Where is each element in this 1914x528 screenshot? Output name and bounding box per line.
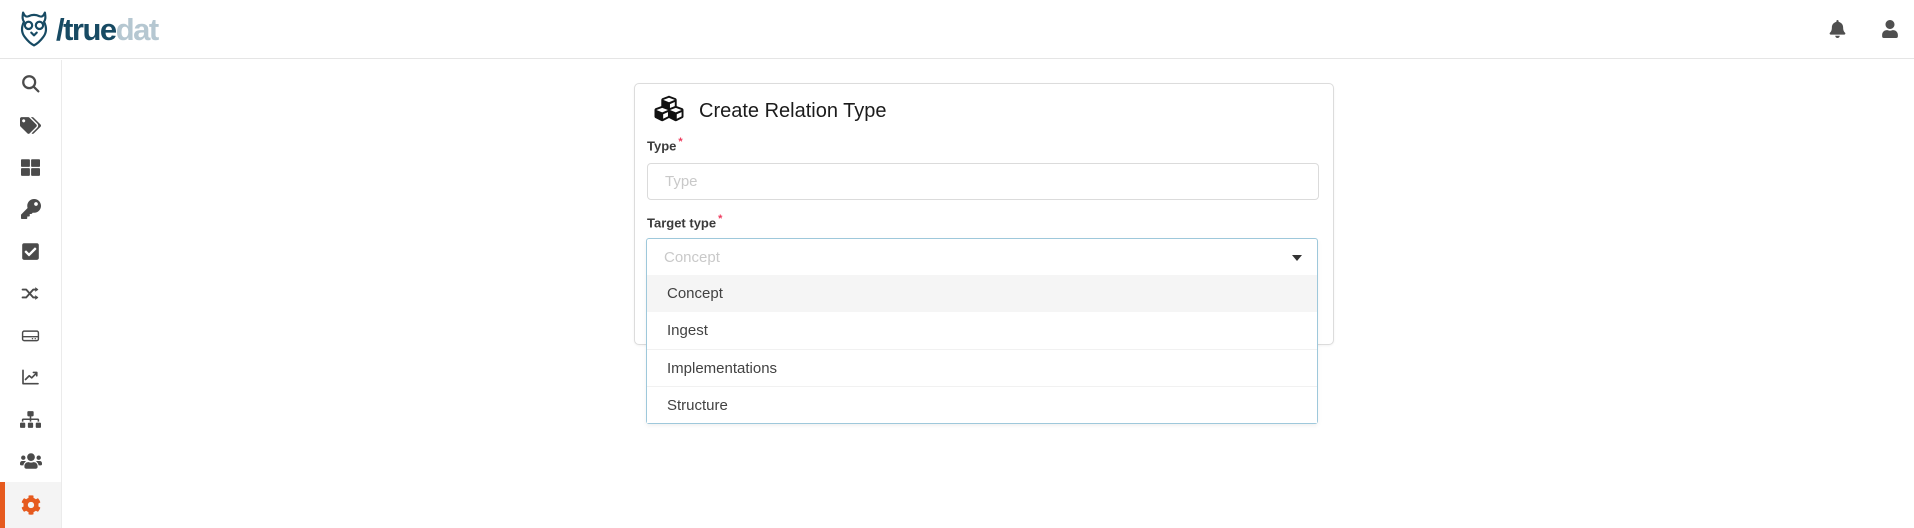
caret-down-icon (1292, 255, 1302, 261)
owl-logo-icon (14, 9, 56, 49)
type-input[interactable] (647, 163, 1319, 200)
dropdown-option-implementations[interactable]: Implementations (647, 349, 1317, 386)
logo-true: /true (56, 12, 116, 47)
search-icon (20, 73, 41, 94)
drawer-icon (20, 326, 41, 345)
gear-icon (21, 495, 41, 515)
logo-dat: dat (116, 12, 158, 47)
dropdown-option-concept[interactable]: Concept (647, 275, 1317, 312)
sidebar-item-users[interactable] (0, 440, 61, 482)
sidebar-item-settings[interactable] (0, 482, 61, 528)
truedat-logo[interactable]: /truedat (14, 9, 158, 49)
page-title: Create Relation Type (699, 100, 887, 123)
sidebar-item-drawer[interactable] (0, 314, 61, 356)
sidebar-item-sitemap[interactable] (0, 398, 61, 440)
sidebar-item-key[interactable] (0, 188, 61, 230)
tags-icon (20, 116, 41, 135)
sidebar-item-chart-line[interactable] (0, 356, 61, 398)
card-header: Create Relation Type (653, 94, 887, 128)
user-icon[interactable] (1881, 20, 1899, 38)
key-icon (21, 199, 41, 219)
app: /truedat (0, 0, 1914, 528)
sidebar-item-search[interactable] (0, 62, 61, 104)
select-placeholder: Concept (664, 249, 720, 266)
users-icon (20, 452, 42, 470)
cubes-icon (653, 94, 685, 128)
dropdown-option-ingest[interactable]: Ingest (647, 312, 1317, 349)
chart-line-icon (20, 367, 41, 387)
target-type-options: Concept Ingest Implementations Structure (647, 275, 1317, 423)
grid-icon (21, 158, 40, 177)
header-actions (1828, 0, 1899, 58)
sidebar-item-shuffle[interactable] (0, 272, 61, 314)
sidebar-item-tags[interactable] (0, 104, 61, 146)
target-type-field-label: Target type* (647, 213, 722, 230)
sidebar (0, 60, 62, 528)
sidebar-item-grid[interactable] (0, 146, 61, 188)
bell-icon[interactable] (1828, 20, 1846, 38)
sitemap-icon (20, 411, 41, 428)
dropdown-option-structure[interactable]: Structure (647, 386, 1317, 423)
target-type-dropdown: Concept Concept Ingest Implementations S… (646, 238, 1318, 424)
check-square-icon (21, 242, 40, 261)
required-asterisk: * (678, 136, 682, 148)
top-header: /truedat (0, 0, 1914, 59)
type-field-label: Type* (647, 136, 683, 153)
sidebar-item-check-square[interactable] (0, 230, 61, 272)
target-type-select[interactable]: Concept (647, 239, 1317, 275)
shuffle-icon (20, 284, 41, 303)
required-asterisk: * (718, 213, 722, 225)
logo-wordmark: /truedat (56, 14, 158, 45)
